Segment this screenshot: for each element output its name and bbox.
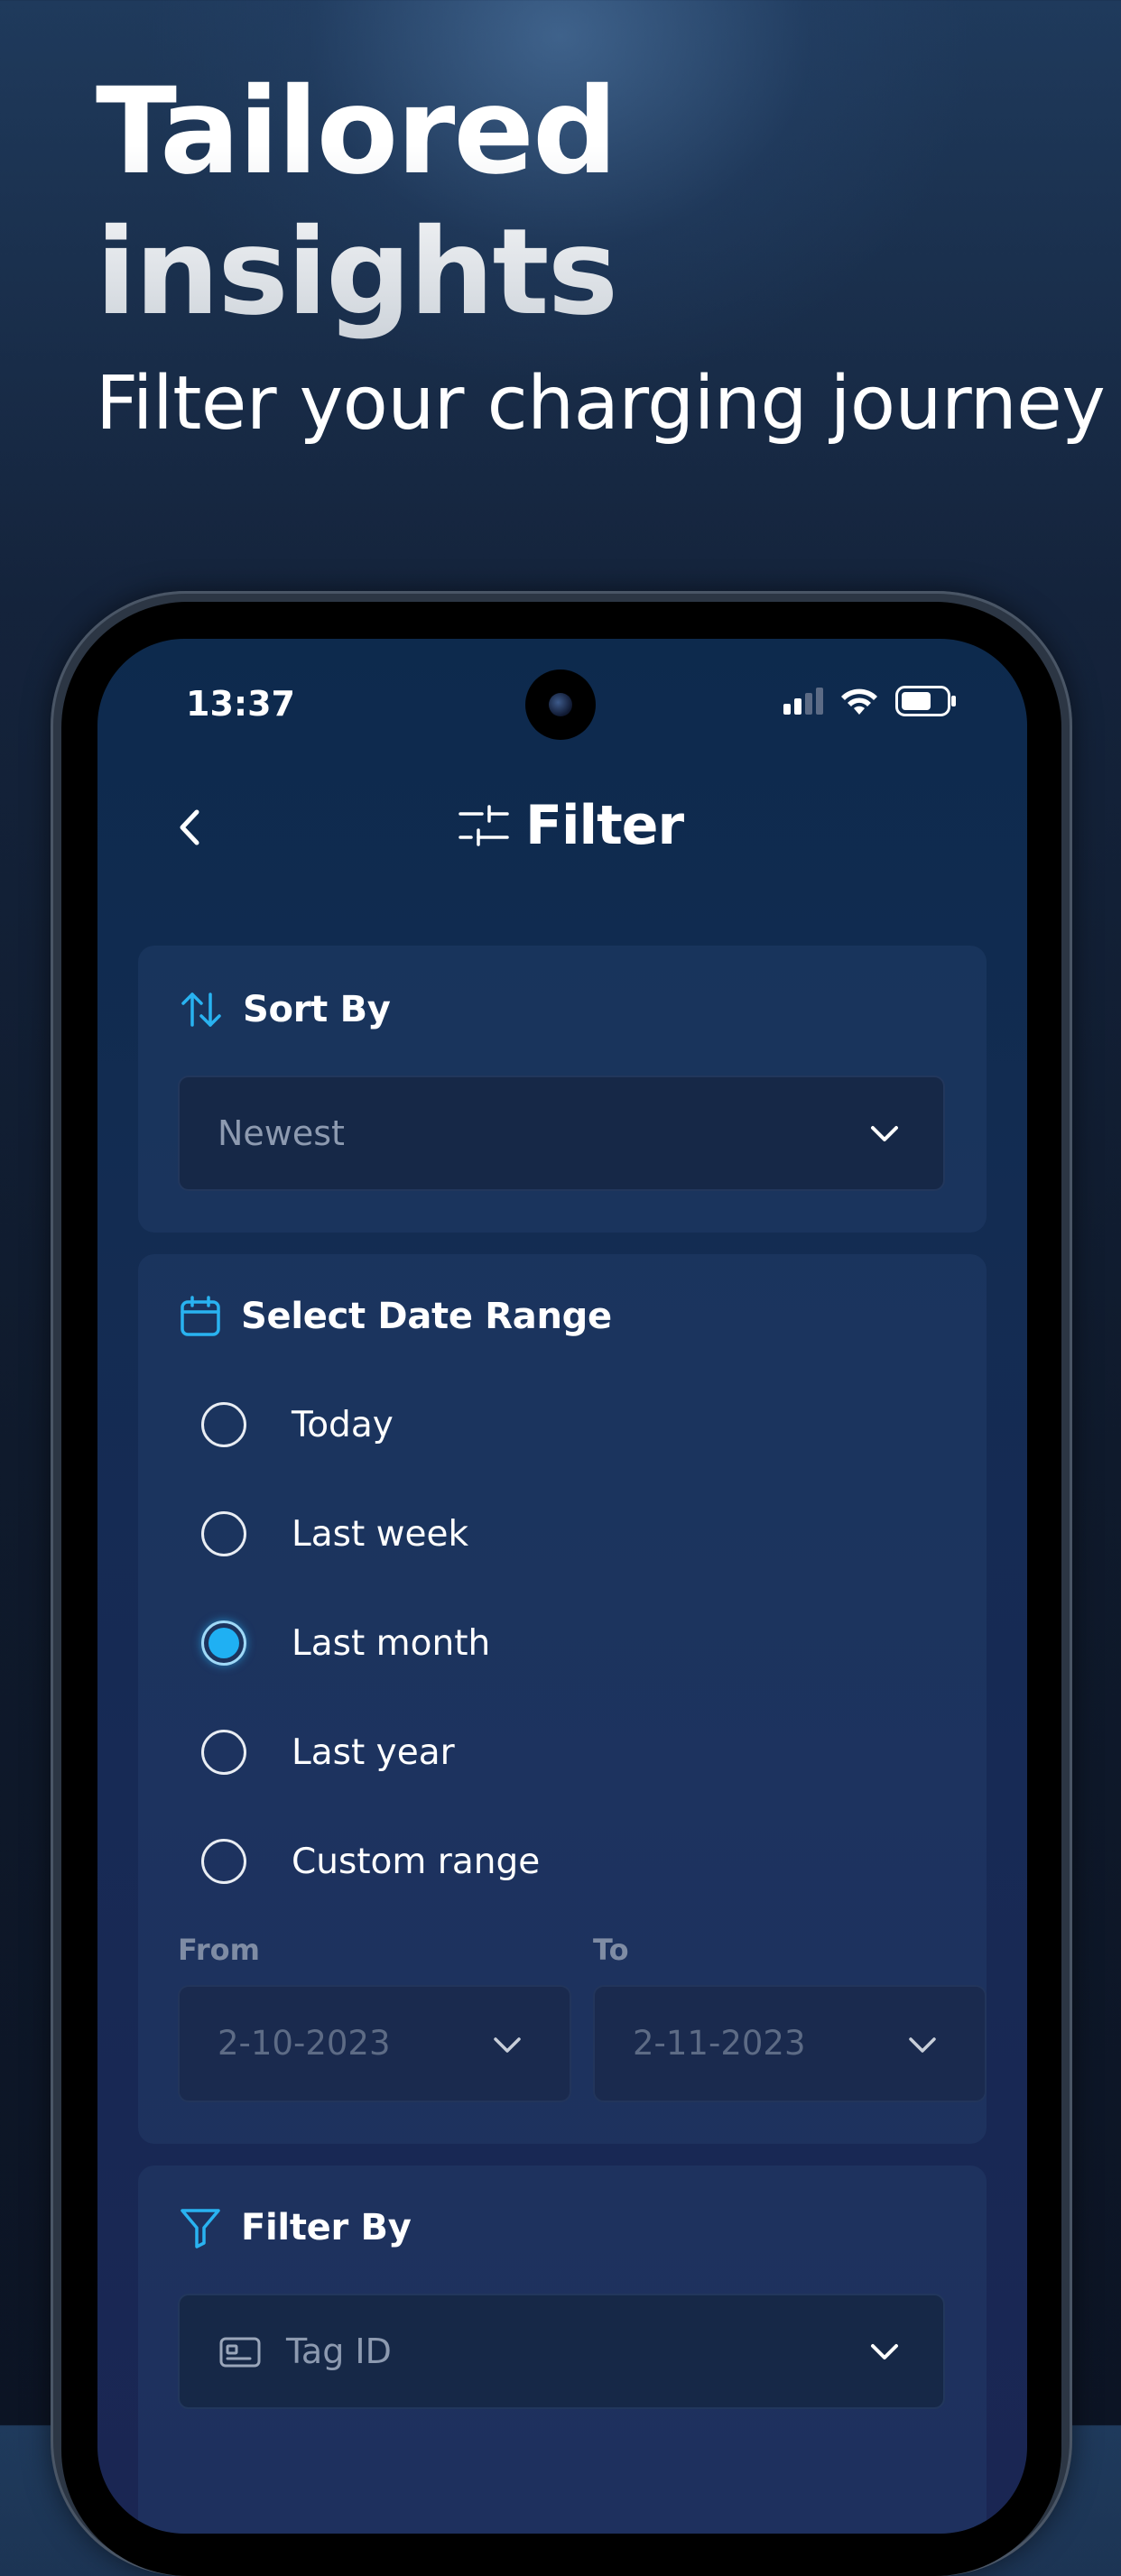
- radio-label: Last week: [292, 1513, 469, 1555]
- sort-card: Sort By Newest: [138, 946, 987, 1233]
- hero-title: Tailored insights: [96, 61, 616, 343]
- funnel-icon: [181, 2209, 220, 2248]
- date-range-heading-text: Select Date Range: [241, 1296, 612, 1337]
- chevron-down-icon: [909, 2037, 936, 2053]
- sliders-icon: [459, 805, 509, 846]
- radio-option-custom-range[interactable]: Custom range: [201, 1839, 540, 1884]
- radio-option-last-year[interactable]: Last year: [201, 1730, 455, 1775]
- radio-label: Last month: [292, 1622, 491, 1664]
- radio-button[interactable]: [201, 1402, 246, 1447]
- radio-button[interactable]: [201, 1730, 246, 1775]
- filter-by-select[interactable]: Tag ID: [178, 2294, 945, 2409]
- radio-button-checked[interactable]: [201, 1620, 246, 1666]
- filter-by-heading: Filter By: [180, 2207, 412, 2248]
- sort-heading: Sort By: [180, 989, 391, 1030]
- hero-subtitle: Filter your charging journey: [96, 361, 1106, 447]
- date-range-heading: Select Date Range: [180, 1296, 612, 1337]
- radio-label: Today: [292, 1404, 394, 1445]
- sort-heading-text: Sort By: [243, 989, 391, 1030]
- hero-title-line2: insights: [96, 203, 617, 342]
- from-date-value: 2-10-2023: [218, 2024, 391, 2063]
- chevron-down-icon: [494, 2037, 521, 2053]
- sort-select-value: Newest: [218, 1113, 345, 1153]
- sort-select[interactable]: Newest: [178, 1076, 945, 1191]
- wifi-icon: [841, 688, 877, 715]
- nav-title-text: Filter: [525, 794, 684, 857]
- id-card-icon: [219, 2337, 261, 2368]
- filter-by-card: Filter By Tag ID: [138, 2165, 987, 2534]
- radio-option-today[interactable]: Today: [201, 1402, 394, 1447]
- filter-by-heading-text: Filter By: [241, 2207, 412, 2248]
- chevron-down-icon: [871, 2344, 898, 2359]
- status-time: 13:37: [186, 684, 295, 724]
- phone-screen: 13:37 Filter Sort By Newest Select Date …: [97, 639, 1027, 2534]
- from-date-select[interactable]: 2-10-2023: [178, 1985, 571, 2102]
- status-icons: [783, 686, 957, 716]
- calendar-icon: [181, 1296, 220, 1336]
- chevron-left-icon[interactable]: [170, 807, 211, 848]
- to-date-select[interactable]: 2-11-2023: [593, 1985, 987, 2102]
- radio-label: Last year: [292, 1731, 455, 1773]
- radio-button[interactable]: [201, 1839, 246, 1884]
- from-label: From: [178, 1933, 260, 1967]
- nav-title: Filter: [459, 794, 684, 857]
- battery-icon: [895, 686, 956, 716]
- sort-arrows-icon: [181, 993, 221, 1027]
- to-label: To: [593, 1933, 629, 1967]
- date-range-card: Select Date Range Today Last week Last m…: [138, 1254, 987, 2144]
- cellular-signal-icon: [783, 688, 823, 715]
- chevron-down-icon: [871, 1126, 898, 1141]
- hero-title-line1: Tailored: [96, 62, 616, 201]
- radio-option-last-week[interactable]: Last week: [201, 1511, 468, 1556]
- radio-button[interactable]: [201, 1511, 246, 1556]
- to-date-value: 2-11-2023: [633, 2024, 806, 2063]
- radio-label: Custom range: [292, 1841, 541, 1882]
- filter-by-select-value: Tag ID: [286, 2331, 392, 2371]
- camera-cutout: [525, 669, 596, 740]
- radio-option-last-month[interactable]: Last month: [201, 1620, 490, 1666]
